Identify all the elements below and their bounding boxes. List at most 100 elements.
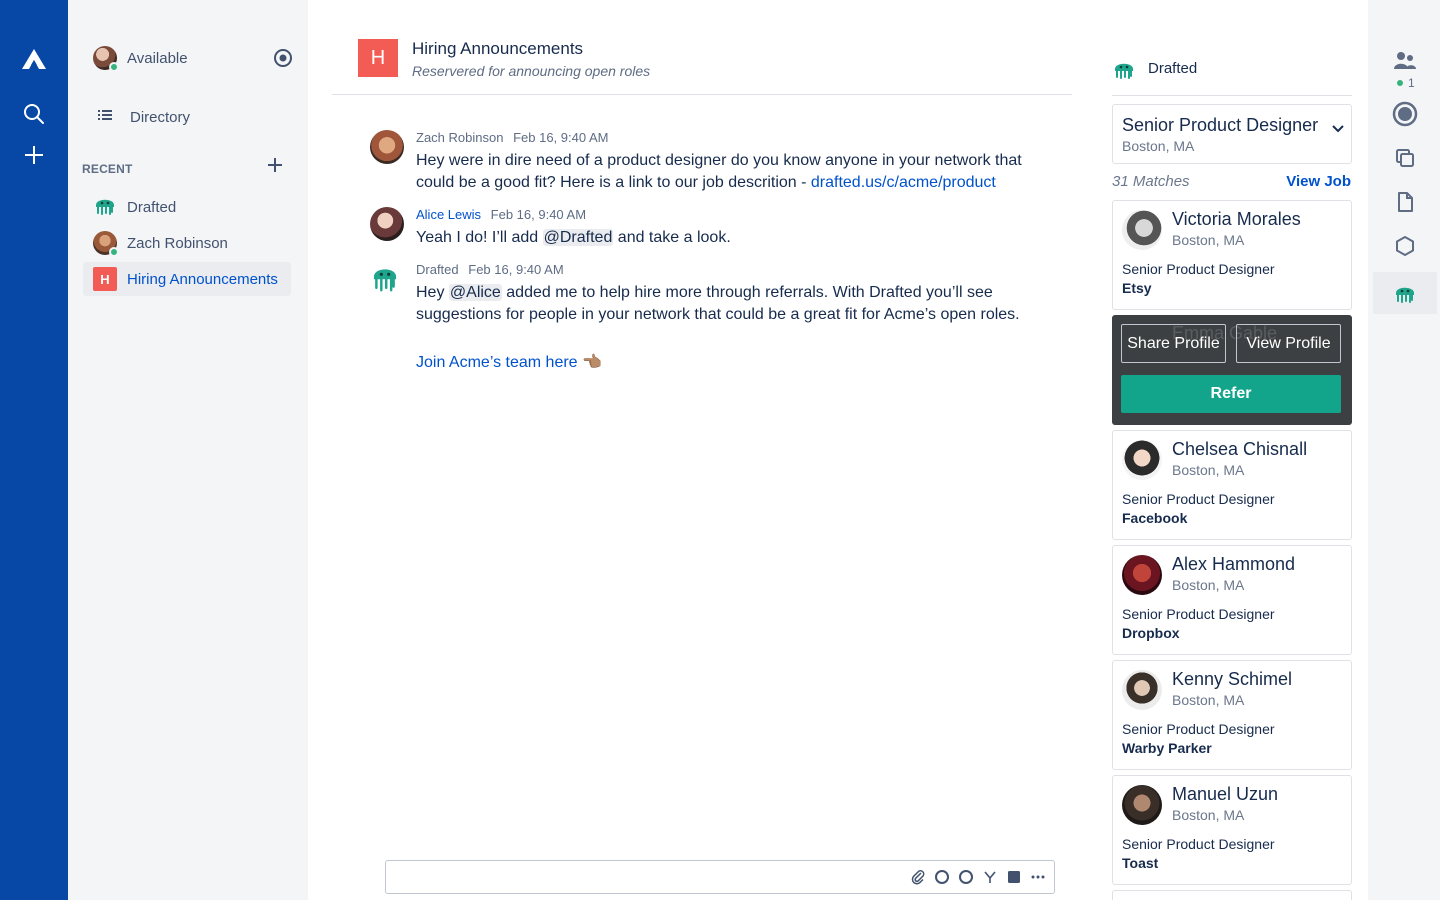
- view-job-link[interactable]: View Job: [1286, 173, 1351, 190]
- message-time: Feb 16, 9:40 AM: [490, 207, 587, 222]
- avatar: [1122, 210, 1162, 250]
- sidebar-item-zach-robinson[interactable]: Zach Robinson: [83, 226, 291, 260]
- refer-button[interactable]: Refer: [1121, 375, 1341, 413]
- candidate-name: Manuel Uzun: [1172, 784, 1279, 804]
- message-author[interactable]: Zach Robinson: [416, 130, 503, 145]
- matches-count: 31 Matches: [1112, 173, 1190, 190]
- candidate-company: Warby Parker: [1122, 740, 1212, 756]
- message-body: Yeah I do! I’ll add @Drafted and take a …: [416, 227, 1056, 249]
- app-rail: 1: [1368, 0, 1440, 900]
- candidate-company: Toast: [1122, 855, 1159, 871]
- job-location: Boston, MA: [1122, 138, 1195, 154]
- directory-link[interactable]: Directory: [98, 108, 190, 126]
- presence-dot: [109, 62, 119, 72]
- drafted-app-icon[interactable]: [1373, 272, 1437, 314]
- sidebar: Available Directory RECENT Drafted Zach …: [68, 0, 308, 900]
- message-text: Yeah I do! I’ll add: [416, 229, 543, 246]
- avatar: [1122, 670, 1162, 710]
- jellyfish-icon: [1112, 57, 1136, 86]
- jellyfish-icon: [93, 193, 117, 222]
- candidate-role: Senior Product Designer: [1122, 606, 1275, 622]
- create-plus-icon[interactable]: [0, 142, 68, 168]
- join-team-label: Join Acme’s team here: [416, 354, 578, 371]
- message-author[interactable]: Alice Lewis: [416, 207, 481, 222]
- atlassian-logo-icon[interactable]: [0, 44, 68, 74]
- add-recent-icon[interactable]: [266, 156, 284, 174]
- candidate-location: Boston, MA: [1172, 577, 1245, 593]
- drafted-panel-header: Drafted: [1112, 52, 1352, 96]
- sidebar-item-hiring-announcements[interactable]: H Hiring Announcements: [83, 262, 291, 296]
- status-row[interactable]: Available: [93, 45, 293, 72]
- candidate-card[interactable]: Victoria Morales Boston, MA Senior Produ…: [1112, 200, 1352, 310]
- message-header: Drafted Feb 16, 9:40 AM: [416, 262, 564, 277]
- view-profile-button[interactable]: View Profile: [1236, 324, 1341, 363]
- presence-dot: [1397, 80, 1403, 86]
- presence-dot: [109, 247, 119, 257]
- candidate-card[interactable]: [1112, 890, 1352, 900]
- message-composer: [385, 860, 1055, 894]
- jellyfish-icon[interactable]: [370, 262, 404, 296]
- avatar: [1122, 440, 1162, 480]
- message: Zach Robinson Feb 16, 9:40 AM Hey were i…: [370, 130, 1050, 191]
- message: Drafted Feb 16, 9:40 AM Hey @Alice added…: [370, 262, 1050, 382]
- candidate-role: Senior Product Designer: [1122, 261, 1275, 277]
- avatar[interactable]: [370, 130, 404, 164]
- search-icon[interactable]: [0, 101, 68, 127]
- hexagon-icon[interactable]: [1373, 225, 1437, 267]
- file-icon[interactable]: [1373, 181, 1437, 223]
- candidate-role: Senior Product Designer: [1122, 721, 1275, 737]
- candidate-location: Boston, MA: [1172, 232, 1245, 248]
- message-text: added me to help hire more through refer…: [416, 284, 1020, 323]
- candidate-name: Victoria Morales: [1172, 209, 1301, 229]
- message-text: and take a look.: [613, 229, 731, 246]
- candidate-location: Boston, MA: [1172, 807, 1245, 823]
- status-icon[interactable]: [273, 48, 293, 68]
- candidate-name: Kenny Schimel: [1172, 669, 1293, 689]
- message-body: Hey @Alice added me to help hire more th…: [416, 282, 1056, 326]
- candidate-card[interactable]: Alex Hammond Boston, MA Senior Product D…: [1112, 545, 1352, 655]
- candidate-location: Boston, MA: [1172, 692, 1245, 708]
- mention[interactable]: @Alice: [448, 284, 502, 301]
- mention-icon[interactable]: [958, 869, 974, 885]
- chevron-down-icon: [1331, 121, 1345, 139]
- avatar: [93, 231, 119, 257]
- candidate-card[interactable]: Chelsea Chisnall Boston, MA Senior Produ…: [1112, 430, 1352, 540]
- message-header: Alice Lewis Feb 16, 9:40 AM: [416, 207, 586, 222]
- emoji-icon[interactable]: [934, 869, 950, 885]
- candidate-role: Senior Product Designer: [1122, 836, 1275, 852]
- message-text: Hey: [416, 284, 449, 301]
- avatar: [1122, 785, 1162, 825]
- job-selector[interactable]: Senior Product Designer Boston, MA: [1112, 104, 1352, 164]
- share-profile-button[interactable]: Share Profile: [1121, 324, 1226, 363]
- sidebar-item-label: Hiring Announcements: [127, 270, 278, 288]
- join-team-link[interactable]: Join Acme’s team here 👈🏽: [416, 352, 602, 372]
- global-nav: [0, 0, 68, 900]
- mention[interactable]: @Drafted: [542, 229, 614, 246]
- image-icon[interactable]: [1006, 869, 1022, 885]
- message-time: Feb 16, 9:40 AM: [513, 130, 609, 145]
- job-link[interactable]: drafted.us/c/acme/product: [811, 174, 996, 191]
- candidate-card[interactable]: Kenny Schimel Boston, MA Senior Product …: [1112, 660, 1352, 770]
- status-circle-icon[interactable]: [1373, 93, 1437, 135]
- sidebar-item-drafted[interactable]: Drafted: [83, 190, 291, 224]
- gif-icon[interactable]: [982, 869, 998, 885]
- candidate-company: Facebook: [1122, 510, 1188, 526]
- copy-icon[interactable]: [1373, 137, 1437, 179]
- message-header: Zach Robinson Feb 16, 9:40 AM: [416, 130, 608, 145]
- channel-badge: H: [358, 39, 398, 77]
- channel-title: Hiring Announcements: [412, 39, 584, 58]
- message-author[interactable]: Drafted: [416, 262, 459, 277]
- avatar: [93, 46, 119, 72]
- job-title: Senior Product Designer: [1122, 115, 1319, 135]
- message: Alice Lewis Feb 16, 9:40 AM Yeah I do! I…: [370, 207, 1050, 247]
- avatar[interactable]: [370, 207, 404, 241]
- sidebar-item-label: Drafted: [127, 198, 177, 216]
- candidate-card[interactable]: Manuel Uzun Boston, MA Senior Product De…: [1112, 775, 1352, 885]
- list-icon: [98, 108, 112, 126]
- composer-tools: [910, 869, 1046, 885]
- more-icon[interactable]: [1030, 869, 1046, 885]
- channel-subtitle: Reservered for announcing open roles: [412, 63, 651, 79]
- paperclip-icon[interactable]: [910, 869, 926, 885]
- message-input[interactable]: [386, 861, 886, 893]
- pointing-hand-emoji: 👈🏽: [582, 354, 602, 371]
